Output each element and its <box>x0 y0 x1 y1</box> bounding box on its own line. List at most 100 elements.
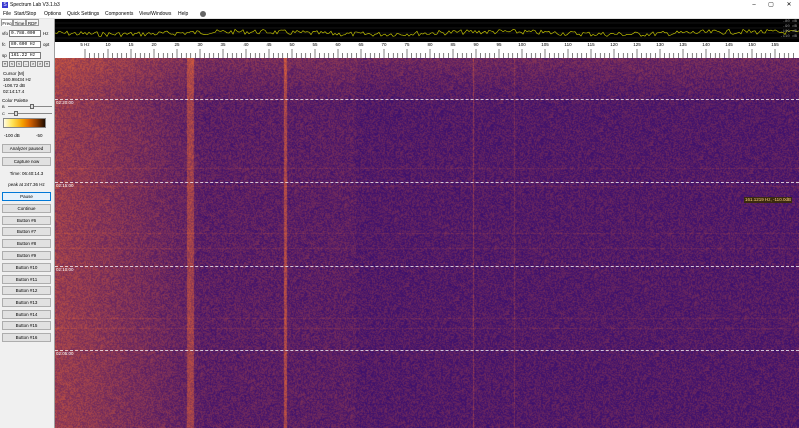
time-grid-line <box>55 266 799 267</box>
frequency-tick-label: 140 <box>702 42 710 47</box>
menu-start-stop[interactable]: Start/Stop <box>14 11 36 17</box>
cursor-time: 02:14:17.4 <box>3 89 25 94</box>
close-button[interactable]: ✕ <box>780 1 798 9</box>
scope-graph <box>55 22 799 39</box>
frequency-marker-label: 161.1219 Hz, -110.0dB <box>744 197 792 203</box>
frequency-tick-label: 65 <box>358 42 364 47</box>
frequency-tick-label: 130 <box>656 42 664 47</box>
contrast-slider[interactable]: C <box>2 111 52 116</box>
frequency-tick-label: 60 <box>335 42 341 47</box>
brightness-slider[interactable]: B <box>2 104 52 109</box>
app-icon: S <box>2 2 8 8</box>
brightness-label: B <box>2 104 5 109</box>
step-right-arrow-icon[interactable]: > <box>30 61 36 67</box>
frequency-tick-label: 35 <box>220 42 226 47</box>
scope-level-label: -80 dB <box>782 20 797 24</box>
tab-time[interactable]: Time <box>13 19 26 26</box>
button-16[interactable]: Button #16 <box>2 333 51 342</box>
tab-rdf[interactable]: RDF <box>26 19 39 26</box>
frequency-tick-label: 80 <box>427 42 433 47</box>
maximize-button[interactable]: ▢ <box>762 1 780 9</box>
button-13[interactable]: Button #13 <box>2 298 51 307</box>
capture-now-button[interactable]: Capture now <box>2 157 51 166</box>
time-mark-label: 02:20:00 <box>56 100 74 105</box>
analyzer-paused-button[interactable]: Analyzer paused <box>2 144 51 153</box>
vfo-field[interactable]: 0.788.000 <box>9 30 41 37</box>
frequency-tick-label: 75 <box>404 42 410 47</box>
fc-field[interactable]: 80.600 Hz <box>9 41 41 48</box>
frequency-tick-label: 40 <box>243 42 249 47</box>
time-mark-label: 02:05:00 <box>56 351 74 356</box>
button-7[interactable]: Button #7 <box>2 227 51 236</box>
fast-right-arrow-icon[interactable]: » <box>44 61 50 67</box>
scope-level-label: -90 dB <box>782 25 797 29</box>
button-6[interactable]: Button #6 <box>2 216 51 225</box>
peak-readout: peak at 247.36 Hz <box>2 180 51 189</box>
frequency-tick-label: 30 <box>197 42 203 47</box>
button-15[interactable]: Button #15 <box>2 321 51 330</box>
title-bar: S Spectrum Lab V3.1.b3 – ▢ ✕ <box>0 0 799 10</box>
menu-view-windows[interactable]: View/Windows <box>139 11 171 17</box>
time-mark-label: 02:15:00 <box>56 183 74 188</box>
spectrum-scope[interactable]: -80 dB -90 dB -100 dB -110 dB <box>55 19 799 42</box>
frequency-tick-label: 20 <box>151 42 157 47</box>
step-left-arrow-icon[interactable]: < <box>16 61 22 67</box>
time-grid-line <box>55 182 799 183</box>
frequency-tick-label: 10 <box>105 42 111 47</box>
frequency-tick-label: 145 <box>725 42 733 47</box>
frequency-tick-label: 120 <box>610 42 618 47</box>
palette-high-label: -50 <box>36 133 43 138</box>
frequency-tick-label: 15 <box>128 42 134 47</box>
frequency-tick-label: 90 <box>473 42 479 47</box>
frequency-tick-label: 105 <box>541 42 549 47</box>
center-icon[interactable]: - <box>23 61 29 67</box>
frequency-tick-label: 115 <box>587 42 595 47</box>
fast-left-arrow-icon[interactable]: « <box>2 61 8 67</box>
right-arrow-icon[interactable]: > <box>37 61 43 67</box>
menu-quick-settings[interactable]: Quick Settings <box>67 11 99 17</box>
frequency-tick-label: 150 <box>748 42 756 47</box>
frequency-tick-label: 5 Hz <box>80 42 90 47</box>
contrast-thumb[interactable] <box>14 111 18 116</box>
fc-option-button[interactable]: opt <box>43 41 49 49</box>
color-palette-label: Color Palette <box>2 98 29 103</box>
menu-file[interactable]: File <box>3 11 11 17</box>
palette-low-label: -100 dB <box>4 133 20 138</box>
frequency-axis[interactable]: 5 Hz 10 15 20 25 30 35 40 45 50 55 60 65 70 75 80 85 90 95… <box>55 42 799 59</box>
frequency-tick-label: 100 <box>518 42 526 47</box>
button-8[interactable]: Button #8 <box>2 239 51 248</box>
frequency-tick-label: 50 <box>289 42 295 47</box>
status-indicator-icon <box>200 11 206 17</box>
frequency-tick-label: 125 <box>633 42 641 47</box>
time-grid-line <box>55 350 799 351</box>
button-10[interactable]: Button #10 <box>2 263 51 272</box>
menu-help[interactable]: Help <box>178 11 188 17</box>
frequency-tick-label: 155 <box>771 42 779 47</box>
waterfall-image <box>55 58 799 428</box>
pause-button[interactable]: Pause <box>2 192 51 201</box>
control-panel: Freq Time RDF vfo 0.788.000 Hz fc 80.600… <box>0 19 55 428</box>
scope-level-label: -110 dB <box>780 35 797 39</box>
menu-components[interactable]: Components <box>105 11 133 17</box>
frequency-tick-label: 45 <box>266 42 272 47</box>
minimize-button[interactable]: – <box>745 1 763 9</box>
time-mark-label: 02:10:00 <box>56 267 74 272</box>
button-11[interactable]: Button #11 <box>2 275 51 284</box>
button-14[interactable]: Button #14 <box>2 310 51 319</box>
vfo-label: vfo <box>2 31 9 36</box>
frequency-tick-label: 110 <box>564 42 572 47</box>
span-field[interactable]: 161.22 Hz <box>9 52 41 59</box>
left-arrow-icon[interactable]: < <box>9 61 15 67</box>
scope-level-label: -100 dB <box>780 30 797 34</box>
brightness-thumb[interactable] <box>30 104 34 109</box>
continue-button[interactable]: Continue <box>2 204 51 213</box>
tab-freq[interactable]: Freq <box>1 19 13 26</box>
frequency-tick-label: 85 <box>450 42 456 47</box>
time-grid-line <box>55 99 799 100</box>
button-12[interactable]: Button #12 <box>2 286 51 295</box>
waterfall-display[interactable]: 02:20:00 02:15:00 02:10:00 02:05:00 161.… <box>55 58 799 428</box>
button-9[interactable]: Button #9 <box>2 251 51 260</box>
window-title: Spectrum Lab V3.1.b3 <box>10 2 60 8</box>
color-palette-bar[interactable] <box>3 118 46 128</box>
menu-options[interactable]: Options <box>44 11 61 17</box>
